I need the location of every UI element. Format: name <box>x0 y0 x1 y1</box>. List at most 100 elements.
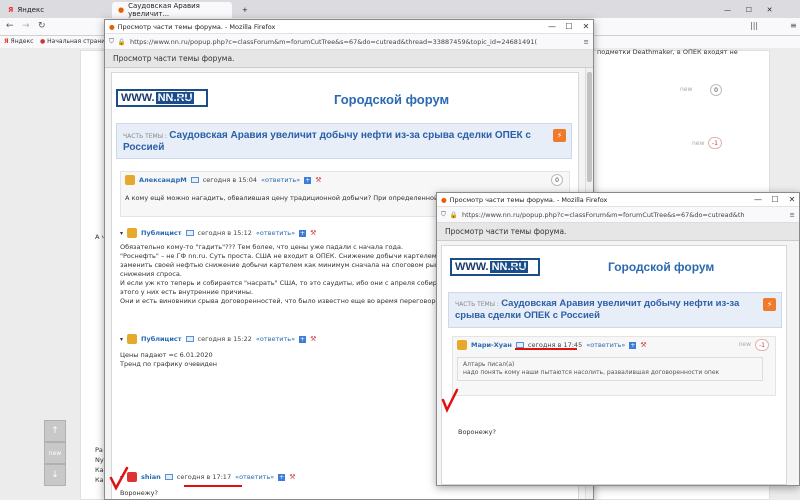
shield-icon: ⛉ <box>441 210 446 218</box>
plus-icon[interactable]: + <box>278 473 286 481</box>
topic-header: ЧАСТЬ ТЕМЫ : Саудовская Аравия увеличит … <box>448 292 782 328</box>
check-mark-icon <box>109 466 129 491</box>
avatar <box>125 175 135 185</box>
avatar <box>127 228 138 238</box>
lightning-icon[interactable]: ⚡ <box>553 129 566 142</box>
bg-fragment: Ка <box>95 476 104 484</box>
forward-icon[interactable]: → <box>22 21 30 31</box>
site-logo[interactable]: WWW. NN.RU нижний новгород <box>450 258 540 276</box>
check-mark-icon <box>441 388 459 414</box>
plus-icon[interactable]: + <box>629 341 637 349</box>
page-actions-icon[interactable]: ≡ <box>584 38 589 46</box>
page-actions-icon[interactable]: ≡ <box>790 211 795 219</box>
lightning-icon[interactable]: ⚡ <box>763 298 776 311</box>
reply-link[interactable]: «ответить» <box>586 341 625 349</box>
post-time[interactable]: сегодня в 15:22 <box>198 335 252 343</box>
firefox-icon: ● <box>109 22 115 31</box>
post-time[interactable]: сегодня в 17:17 <box>177 473 231 481</box>
post-time[interactable]: сегодня в 15:12 <box>198 229 252 237</box>
lock-icon: 🔒 <box>449 210 458 219</box>
scroll-down-button[interactable]: ↓ <box>44 464 66 486</box>
close-icon[interactable]: ✕ <box>785 195 799 204</box>
scroll-up-button[interactable]: ↑ <box>44 420 66 442</box>
topic-title[interactable]: Саудовская Аравия увеличит добычу нефти … <box>123 130 531 153</box>
tab-forum[interactable]: ● Саудовская Аравия увеличит... <box>112 2 232 18</box>
highlight-underline <box>184 485 242 487</box>
forum-sheet: WWW. NN.RU нижний новгород Городской фору… <box>441 245 787 485</box>
menu-icon[interactable]: ≡ <box>790 21 797 30</box>
popup-url-bar[interactable]: ⛉ 🔒 https://www.nn.ru/popup.php?c=classF… <box>105 34 593 50</box>
envelope-icon[interactable] <box>190 177 199 183</box>
quote-author: Алтарь писал(а) <box>463 361 515 368</box>
post-author[interactable]: shian <box>141 473 161 481</box>
post-author[interactable]: Публицист <box>141 229 182 237</box>
topic-header: ЧАСТЬ ТЕМЫ : Саудовская Аравия увеличит … <box>116 123 572 159</box>
scrollbar-thumb[interactable] <box>587 72 592 182</box>
tab-yandex[interactable]: Я Яндекс <box>2 2 90 18</box>
forum-title[interactable]: Городской форум <box>334 92 449 107</box>
site-logo[interactable]: WWW. NN.RU нижний новгород <box>116 89 208 107</box>
collapse-icon[interactable]: ▾ <box>120 336 123 343</box>
close-icon[interactable]: ✕ <box>767 6 773 14</box>
post-author[interactable]: Публицист <box>141 335 182 343</box>
post-author[interactable]: Мари-Хуан <box>471 341 512 349</box>
bg-count-0: 0 <box>710 84 722 96</box>
avatar <box>457 340 467 350</box>
hammer-icon[interactable]: ⚒ <box>310 335 316 343</box>
firefox-icon: ● <box>441 195 447 204</box>
reply-link[interactable]: «ответить» <box>261 176 300 184</box>
post-rating[interactable]: 0 <box>551 174 563 186</box>
bookmark-yandex[interactable]: Я Яндекс <box>4 38 33 45</box>
quote-block: Алтарь писал(а) надо понять кому наши пы… <box>457 357 763 381</box>
post-text: Воронежу? <box>458 428 496 436</box>
yandex-icon: Я <box>8 6 14 14</box>
post-rating[interactable]: -1 <box>755 339 769 351</box>
post-text: Воронежу? <box>120 489 158 497</box>
plus-icon[interactable]: + <box>299 335 307 343</box>
new-tab-button[interactable]: + <box>236 2 250 18</box>
reply-link[interactable]: «ответить» <box>235 473 274 481</box>
minimize-icon[interactable]: — <box>545 22 559 31</box>
maximize-icon[interactable]: ☐ <box>562 22 576 31</box>
reply-link[interactable]: «ответить» <box>256 229 295 237</box>
firefox-icon: ● <box>118 6 125 14</box>
bg-count-1: -1 <box>708 137 722 149</box>
collapse-icon[interactable]: ▾ <box>120 230 123 237</box>
library-icon[interactable]: ||| <box>750 21 758 30</box>
window-controls: — ☐ ✕ <box>718 2 779 18</box>
bg-fragment: Ра <box>95 446 103 454</box>
post-time[interactable]: сегодня в 15:04 <box>203 176 257 184</box>
minimize-icon[interactable]: — <box>724 6 731 14</box>
new-button[interactable]: new <box>44 442 66 464</box>
back-icon[interactable]: ← <box>6 21 14 31</box>
forum-title[interactable]: Городской форум <box>608 260 714 274</box>
post-item: Мари-Хуан сегодня в 17:45 «ответить» + ⚒… <box>452 336 776 396</box>
envelope-icon[interactable] <box>164 474 173 480</box>
lock-icon: 🔒 <box>117 37 126 46</box>
reload-icon[interactable]: ↻ <box>38 21 46 31</box>
bookmark-start[interactable]: ● Начальная страни... <box>40 38 111 45</box>
hammer-icon[interactable]: ⚒ <box>289 473 295 481</box>
close-icon[interactable]: ✕ <box>579 22 593 31</box>
quote-text: надо понять кому наши пытаются насолить,… <box>463 369 720 376</box>
plus-icon[interactable]: + <box>299 229 307 237</box>
minimize-icon[interactable]: — <box>751 195 765 204</box>
bg-fragment: Ка <box>95 466 104 474</box>
hammer-icon[interactable]: ⚒ <box>310 229 316 237</box>
plus-icon[interactable]: + <box>304 176 312 184</box>
post-author[interactable]: АлександрМ <box>139 176 187 184</box>
bg-new-label: new <box>680 86 693 93</box>
reply-link[interactable]: «ответить» <box>256 335 295 343</box>
hammer-icon[interactable]: ⚒ <box>640 341 646 349</box>
highlight-underline <box>515 348 577 350</box>
hammer-icon[interactable]: ⚒ <box>315 176 321 184</box>
maximize-icon[interactable]: ☐ <box>768 195 782 204</box>
avatar <box>127 334 138 344</box>
popup-header: Просмотр части темы форума. <box>105 50 593 68</box>
envelope-icon[interactable] <box>185 336 194 342</box>
popup-header: Просмотр части темы форума. <box>437 223 799 241</box>
popup-url-bar[interactable]: ⛉ 🔒 https://www.nn.ru/popup.php?c=classF… <box>437 207 799 223</box>
maximize-icon[interactable]: ☐ <box>746 6 752 14</box>
envelope-icon[interactable] <box>185 230 194 236</box>
bg-fragment: Ny <box>95 456 104 464</box>
